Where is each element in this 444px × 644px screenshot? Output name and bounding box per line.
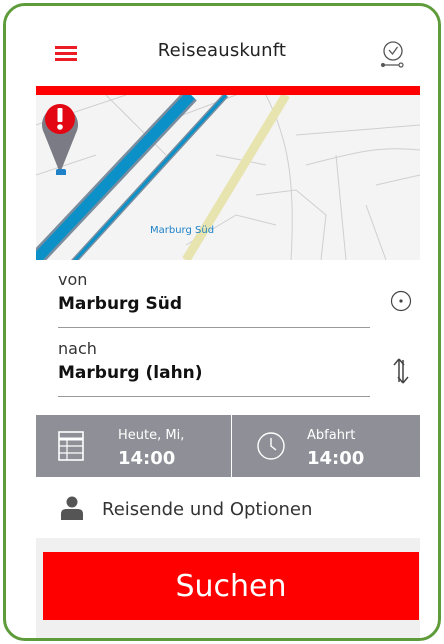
map-station-label: Marburg Süd [150,225,215,236]
header-accent-bar [36,86,420,95]
route-clock-icon[interactable] [378,40,406,70]
to-value[interactable]: Marburg (lahn) [58,363,370,383]
travelers-options-link[interactable]: Reisende und Optionen [102,499,312,520]
to-underline [58,396,370,397]
time-selector[interactable]: Abfahrt 14:00 [232,415,420,477]
date-label: Heute, Mi, [118,428,185,443]
from-label: von [58,270,88,289]
date-selector[interactable]: Heute, Mi, 14:00 [36,415,231,477]
to-label: nach [58,339,97,358]
to-field[interactable]: nach Marburg (lahn) [58,339,370,397]
departure-label: Abfahrt [307,428,356,443]
departure-time-value: 14:00 [307,448,365,469]
locate-target-icon[interactable] [390,290,412,312]
warning-pin-icon[interactable] [36,95,84,175]
header: Reiseauskunft [6,6,438,86]
search-button[interactable]: Suchen [43,552,419,620]
date-time-value: 14:00 [118,448,176,469]
from-value[interactable]: Marburg Süd [58,294,370,314]
from-field[interactable]: von Marburg Süd [58,270,370,328]
swap-arrows-icon[interactable] [392,356,410,386]
map-view[interactable]: Marburg Süd [36,95,420,260]
person-icon [61,496,83,520]
clock-icon [257,432,285,460]
calendar-icon [58,431,84,461]
from-underline [58,327,370,328]
app-frame: Reiseauskunft Marburg Süd von Marburg Sü… [3,3,441,641]
map-streets [36,95,420,260]
page-title: Reiseauskunft [157,40,287,61]
